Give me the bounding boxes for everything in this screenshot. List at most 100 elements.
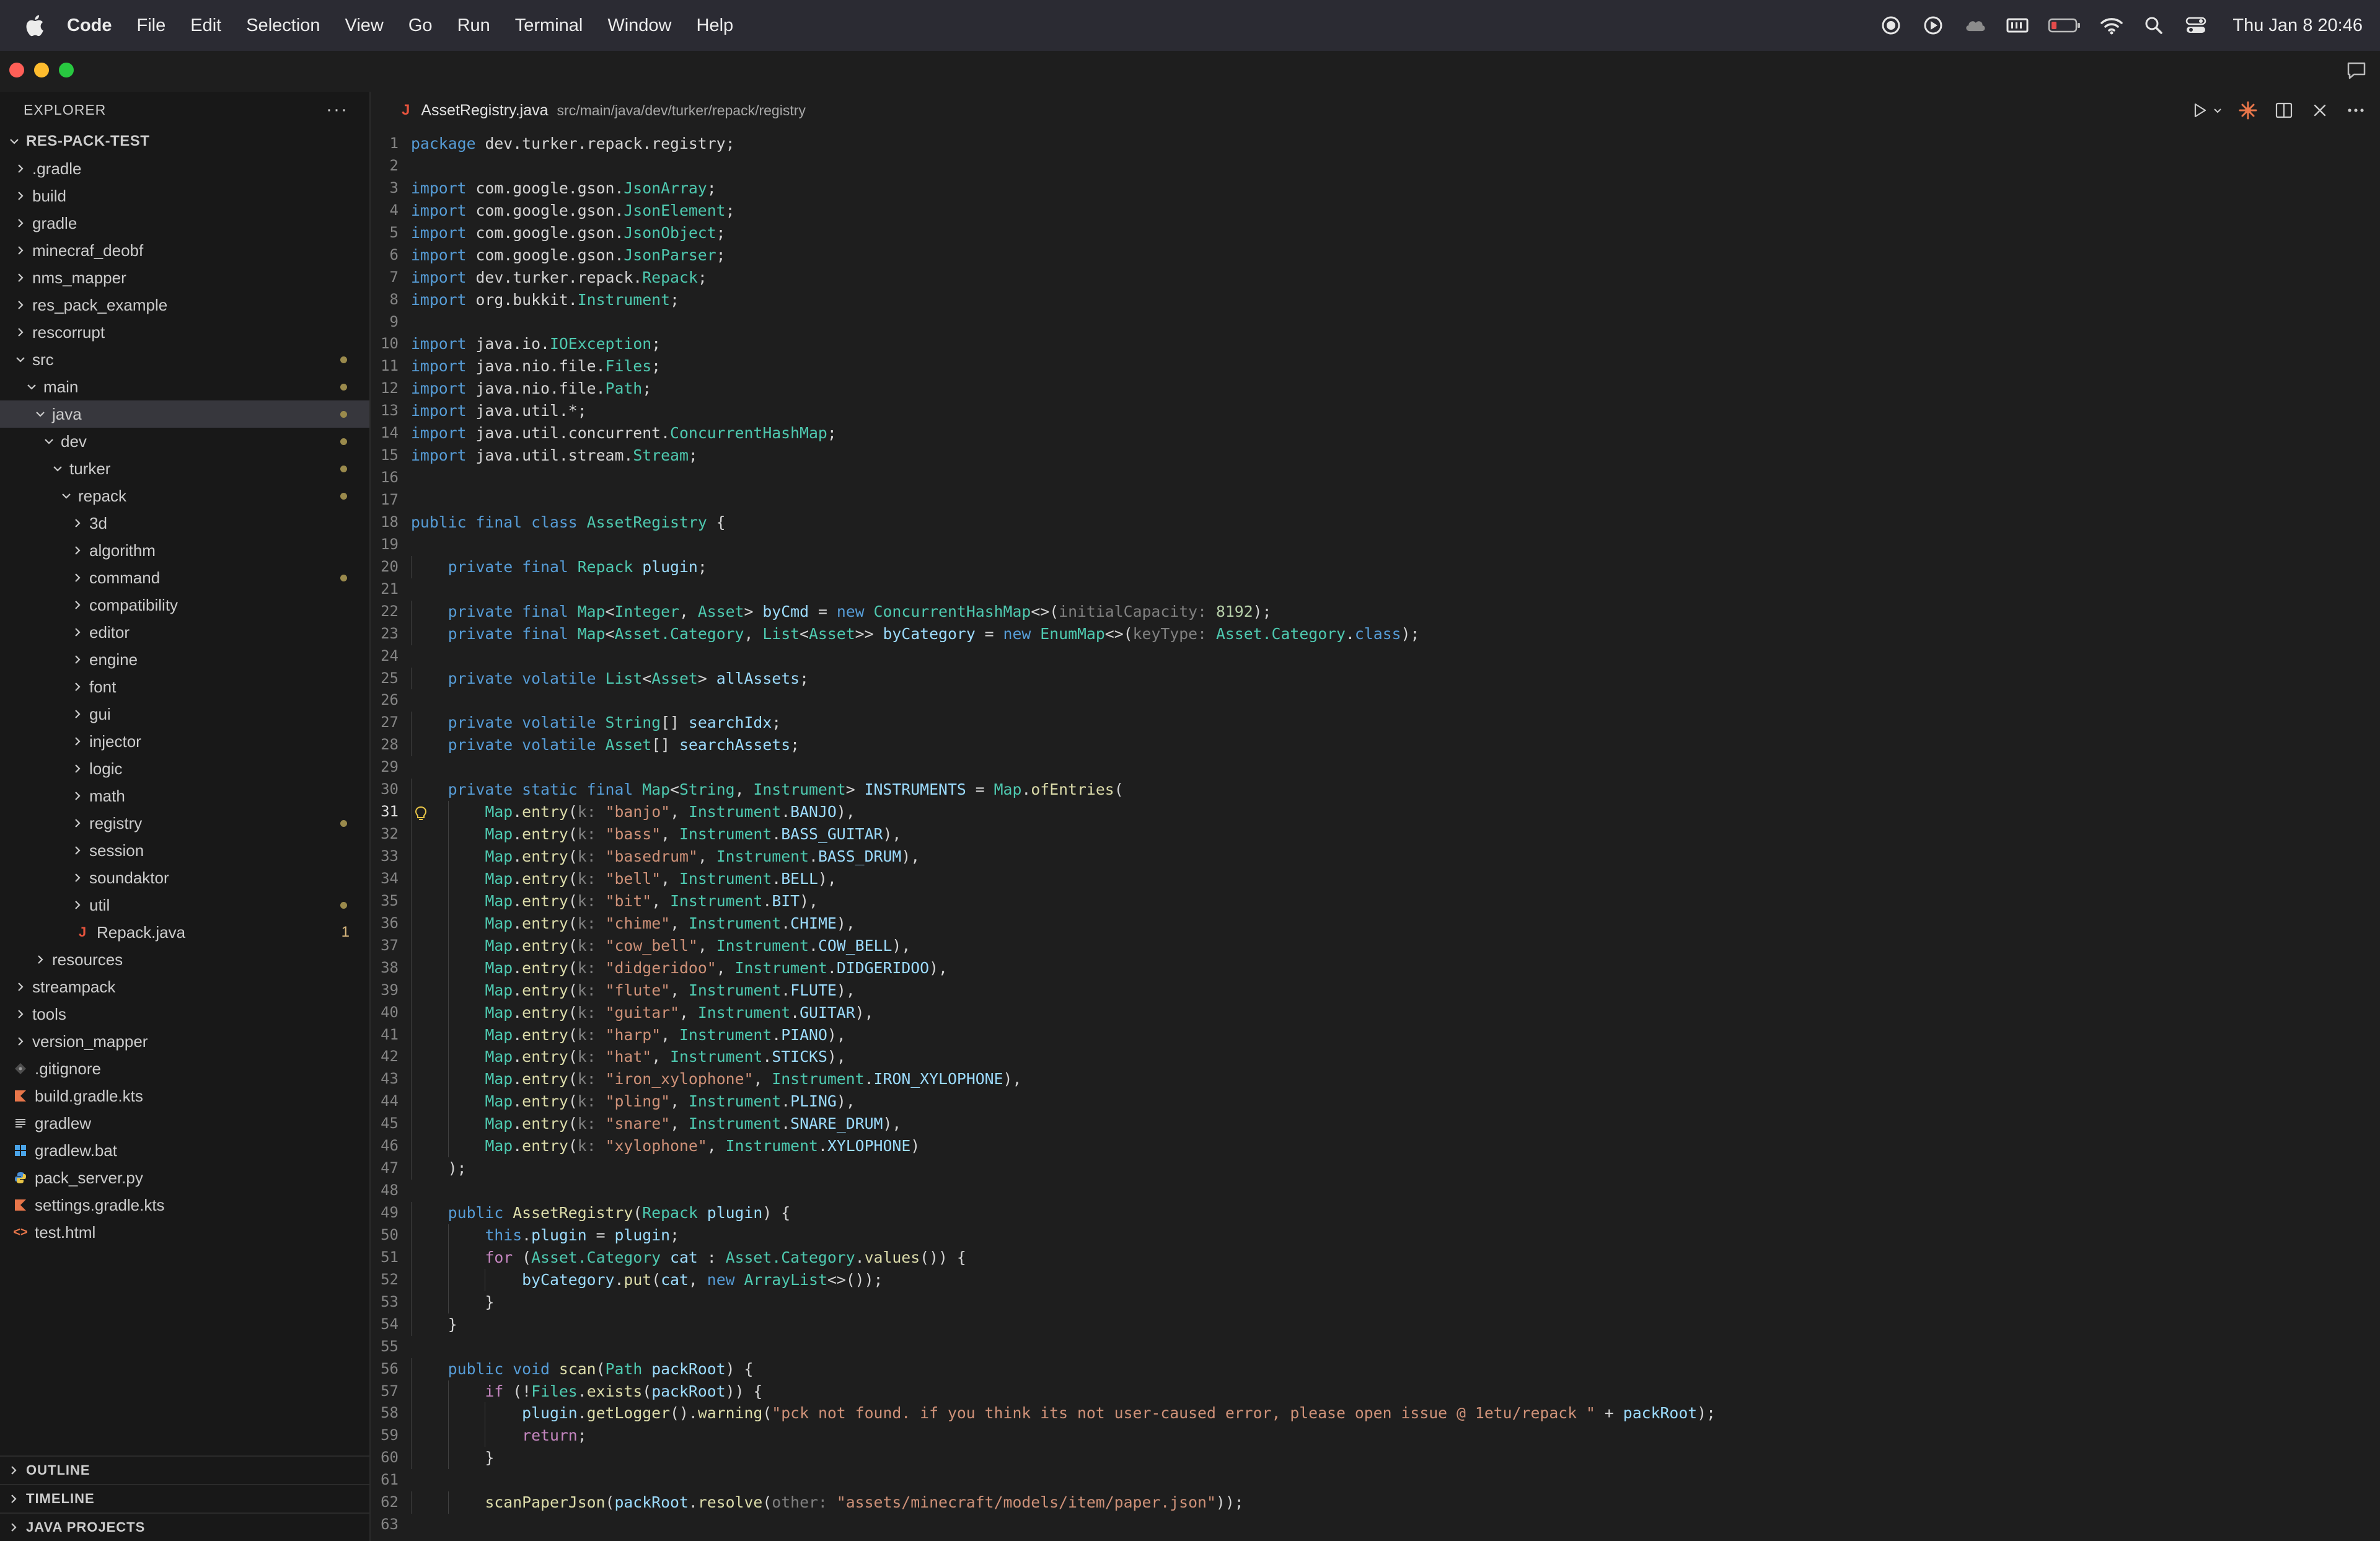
code-line[interactable]: 34 Map.entry(k: "bell", Instrument.BELL)… bbox=[371, 867, 2380, 890]
code-line[interactable]: 2 bbox=[371, 155, 2380, 177]
code-line[interactable]: 14 import java.util.concurrent.Concurrent… bbox=[371, 422, 2380, 444]
tree-item-gradle[interactable]: gradle bbox=[0, 210, 369, 237]
code-line[interactable]: 54 } bbox=[371, 1313, 2380, 1336]
code-line[interactable]: 5 import com.google.gson.JsonObject; bbox=[371, 222, 2380, 244]
code-line[interactable]: 21 bbox=[371, 578, 2380, 601]
code-line[interactable]: 13 import java.util.*; bbox=[371, 400, 2380, 422]
code-line[interactable]: 30 private static final Map<String, Inst… bbox=[371, 779, 2380, 801]
code-line[interactable]: 23 private final Map<Asset.Category, Lis… bbox=[371, 622, 2380, 645]
tree-item-algorithm[interactable]: algorithm bbox=[0, 537, 369, 564]
code-line[interactable]: 7 import dev.turker.repack.Repack; bbox=[371, 267, 2380, 289]
tree-item-version-mapper[interactable]: version_mapper bbox=[0, 1028, 369, 1055]
tree-item-resources[interactable]: resources bbox=[0, 946, 369, 973]
apple-logo-icon[interactable] bbox=[22, 11, 47, 40]
code-line[interactable]: 56 public void scan(Path packRoot) { bbox=[371, 1358, 2380, 1380]
tree-item-math[interactable]: math bbox=[0, 782, 369, 810]
menu-app-name[interactable]: Code bbox=[67, 15, 112, 36]
outline-panel-header[interactable]: OUTLINE bbox=[0, 1455, 369, 1484]
tree-item-font[interactable]: font bbox=[0, 673, 369, 700]
code-line[interactable]: 52 byCategory.put(cat, new ArrayList<>()… bbox=[371, 1268, 2380, 1291]
code-line[interactable]: 32 Map.entry(k: "bass", Instrument.BASS_… bbox=[371, 823, 2380, 846]
code-line[interactable]: 10 import java.io.IOException; bbox=[371, 333, 2380, 355]
record-icon[interactable] bbox=[1879, 14, 1903, 37]
code-line[interactable]: 53 } bbox=[371, 1291, 2380, 1314]
code-line[interactable]: 48 bbox=[371, 1180, 2380, 1202]
chat-feedback-icon[interactable] bbox=[2345, 60, 2368, 82]
code-line[interactable]: 18 public final class AssetRegistry { bbox=[371, 511, 2380, 534]
tree-item-registry[interactable]: registry bbox=[0, 810, 369, 837]
breadcrumb-filename[interactable]: AssetRegistry.java bbox=[421, 102, 548, 120]
tree-item-gradlew-bat[interactable]: gradlew.bat bbox=[0, 1137, 369, 1164]
menu-view[interactable]: View bbox=[345, 15, 384, 36]
code-line[interactable]: 20 private final Repack plugin; bbox=[371, 555, 2380, 578]
code-line[interactable]: 4 import com.google.gson.JsonElement; bbox=[371, 200, 2380, 222]
code-line[interactable]: 1 package dev.turker.repack.registry; bbox=[371, 133, 2380, 155]
tree-item-tools[interactable]: tools bbox=[0, 1000, 369, 1028]
code-line[interactable]: 63 bbox=[371, 1514, 2380, 1536]
menu-file[interactable]: File bbox=[137, 15, 166, 36]
tree-item-logic[interactable]: logic bbox=[0, 755, 369, 782]
tree-item-dev[interactable]: dev bbox=[0, 428, 369, 455]
tree-item-rescorrupt[interactable]: rescorrupt bbox=[0, 319, 369, 346]
memory-icon[interactable] bbox=[2006, 14, 2029, 37]
tree-item-util[interactable]: util bbox=[0, 891, 369, 919]
code-line[interactable]: 3 import com.google.gson.JsonArray; bbox=[371, 177, 2380, 200]
code-line[interactable]: 44 Map.entry(k: "pling", Instrument.PLIN… bbox=[371, 1090, 2380, 1113]
tree-item-build-gradle-kts[interactable]: build.gradle.kts bbox=[0, 1082, 369, 1110]
tree-item-gradle[interactable]: .gradle bbox=[0, 155, 369, 182]
menu-run[interactable]: Run bbox=[457, 15, 490, 36]
maximize-window-button[interactable] bbox=[59, 63, 74, 77]
run-dropdown-chevron-icon[interactable] bbox=[2213, 100, 2223, 121]
code-line[interactable]: 22 private final Map<Integer, Asset> byC… bbox=[371, 600, 2380, 623]
tree-item-minecraf-deobf[interactable]: minecraf_deobf bbox=[0, 237, 369, 264]
tree-item-3d[interactable]: 3d bbox=[0, 510, 369, 537]
code-line[interactable]: 19 bbox=[371, 534, 2380, 556]
menu-go[interactable]: Go bbox=[408, 15, 433, 36]
tree-item-main[interactable]: main bbox=[0, 373, 369, 400]
debug-spark-icon[interactable] bbox=[2237, 100, 2259, 121]
code-line[interactable]: 62 scanPaperJson(packRoot.resolve(other:… bbox=[371, 1491, 2380, 1514]
tree-item-test-html[interactable]: <> test.html bbox=[0, 1219, 369, 1246]
tree-item-gradlew[interactable]: gradlew bbox=[0, 1110, 369, 1137]
tree-item-turker[interactable]: turker bbox=[0, 455, 369, 482]
tree-item-gitignore[interactable]: .gitignore bbox=[0, 1055, 369, 1082]
cloud-icon[interactable] bbox=[1963, 14, 1987, 37]
code-line[interactable]: 28 private volatile Asset[] searchAssets… bbox=[371, 734, 2380, 757]
split-editor-icon[interactable] bbox=[2273, 100, 2294, 121]
menu-help[interactable]: Help bbox=[697, 15, 734, 36]
code-line[interactable]: 46 Map.entry(k: "xylophone", Instrument.… bbox=[371, 1135, 2380, 1158]
tree-item-gui[interactable]: gui bbox=[0, 700, 369, 728]
code-line[interactable]: 36 Map.entry(k: "chime", Instrument.CHIM… bbox=[371, 912, 2380, 935]
code-line[interactable]: 47 ); bbox=[371, 1157, 2380, 1180]
code-line[interactable]: 11 import java.nio.file.Files; bbox=[371, 355, 2380, 378]
tree-item-command[interactable]: command bbox=[0, 564, 369, 591]
close-editor-icon[interactable] bbox=[2309, 100, 2330, 121]
menu-selection[interactable]: Selection bbox=[246, 15, 320, 36]
search-icon[interactable] bbox=[2142, 14, 2166, 37]
code-line[interactable]: 27 private volatile String[] searchIdx; bbox=[371, 712, 2380, 735]
code-line[interactable]: 45 Map.entry(k: "snare", Instrument.SNAR… bbox=[371, 1113, 2380, 1136]
code-area[interactable]: 1 package dev.turker.repack.registry; 2 3 im… bbox=[371, 133, 2380, 1536]
minimize-window-button[interactable] bbox=[34, 63, 49, 77]
control-center-icon[interactable] bbox=[2184, 14, 2208, 37]
tree-item-repack[interactable]: repack bbox=[0, 482, 369, 510]
code-line[interactable]: 51 for (Asset.Category cat : Asset.Categ… bbox=[371, 1246, 2380, 1269]
menubar-clock[interactable]: Thu Jan 8 20:46 bbox=[2232, 15, 2363, 36]
code-line[interactable]: 55 bbox=[371, 1336, 2380, 1358]
more-actions-icon[interactable] bbox=[2345, 100, 2366, 121]
tree-item-settings-gradle-kts[interactable]: settings.gradle.kts bbox=[0, 1191, 369, 1219]
play-circle-icon[interactable] bbox=[1921, 14, 1945, 37]
code-line[interactable]: 43 Map.entry(k: "iron_xylophone", Instru… bbox=[371, 1068, 2380, 1091]
code-line[interactable]: 39 Map.entry(k: "flute", Instrument.FLUT… bbox=[371, 979, 2380, 1002]
tree-item-java[interactable]: java bbox=[0, 400, 369, 428]
code-line[interactable]: 61 bbox=[371, 1469, 2380, 1491]
run-icon[interactable] bbox=[2189, 100, 2210, 121]
code-line[interactable]: 42 Map.entry(k: "hat", Instrument.STICKS… bbox=[371, 1046, 2380, 1069]
code-line[interactable]: 40 Map.entry(k: "guitar", Instrument.GUI… bbox=[371, 1001, 2380, 1024]
code-line[interactable]: 15 import java.util.stream.Stream; bbox=[371, 444, 2380, 467]
tree-item-repack-java[interactable]: J Repack.java 1 bbox=[0, 919, 369, 946]
tree-item-compatibility[interactable]: compatibility bbox=[0, 591, 369, 619]
tree-item-src[interactable]: src bbox=[0, 346, 369, 373]
code-line[interactable]: 16 bbox=[371, 467, 2380, 489]
explorer-more-actions-icon[interactable]: ··· bbox=[326, 99, 348, 120]
